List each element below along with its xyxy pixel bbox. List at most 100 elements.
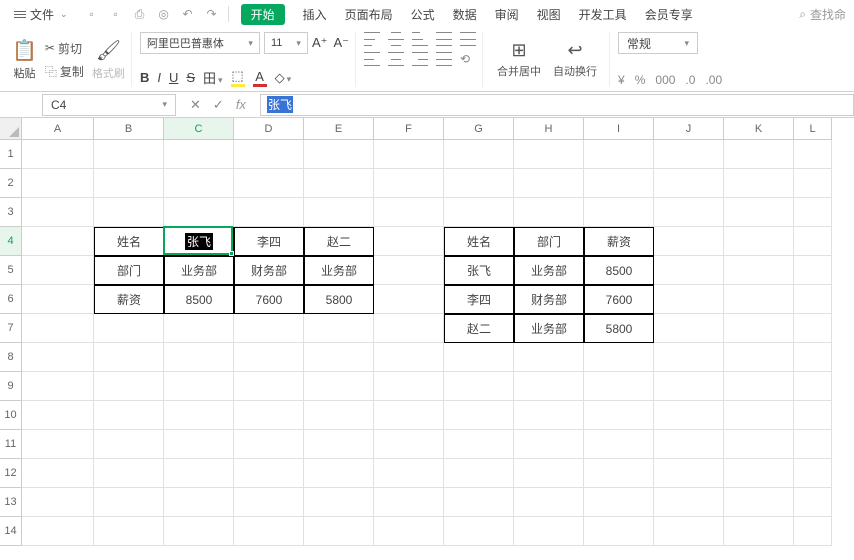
cell[interactable] — [374, 488, 444, 517]
cell[interactable] — [374, 430, 444, 459]
col-header[interactable]: D — [234, 118, 304, 140]
cell[interactable] — [94, 314, 164, 343]
font-size-select[interactable]: 11▾ — [264, 32, 308, 54]
justify-icon[interactable] — [436, 52, 452, 66]
cell[interactable]: 财务部 — [234, 256, 304, 285]
cell[interactable] — [94, 517, 164, 546]
cell[interactable]: 李四 — [234, 227, 304, 256]
cell[interactable]: 赵二 — [444, 314, 514, 343]
col-header[interactable]: H — [514, 118, 584, 140]
cell[interactable] — [584, 198, 654, 227]
name-box[interactable]: C4▾ — [42, 94, 176, 116]
inc-dec-icon[interactable]: .0 — [685, 73, 695, 87]
col-header[interactable]: F — [374, 118, 444, 140]
strike-button[interactable]: S — [186, 70, 195, 85]
indent-inc-icon[interactable] — [460, 32, 476, 46]
font-color-button[interactable]: A — [253, 69, 267, 87]
cell[interactable] — [374, 343, 444, 372]
cell[interactable] — [444, 140, 514, 169]
cell[interactable] — [164, 314, 234, 343]
cell[interactable]: 张飞 — [444, 256, 514, 285]
cell[interactable] — [584, 343, 654, 372]
cell[interactable] — [304, 314, 374, 343]
decrease-font-icon[interactable]: A⁻ — [333, 35, 349, 51]
copy-button[interactable]: ⿻复制 — [43, 61, 86, 82]
cell[interactable] — [654, 256, 724, 285]
cell[interactable] — [654, 372, 724, 401]
cell[interactable] — [94, 372, 164, 401]
cell[interactable]: 李四 — [444, 285, 514, 314]
cell[interactable] — [444, 169, 514, 198]
cell[interactable] — [374, 256, 444, 285]
row-header[interactable]: 1 — [0, 140, 22, 169]
cell[interactable] — [654, 488, 724, 517]
cell[interactable] — [164, 488, 234, 517]
cell[interactable] — [584, 517, 654, 546]
indent-dec-icon[interactable] — [436, 32, 452, 46]
cell[interactable] — [654, 140, 724, 169]
row-header[interactable]: 8 — [0, 343, 22, 372]
cell[interactable] — [94, 343, 164, 372]
cell[interactable] — [654, 227, 724, 256]
cell[interactable]: 财务部 — [514, 285, 584, 314]
cell[interactable] — [724, 401, 794, 430]
tab-6[interactable]: 视图 — [537, 4, 561, 25]
fill-color-button[interactable]: ⬚ — [231, 68, 245, 87]
cell[interactable] — [794, 430, 832, 459]
cell[interactable] — [234, 372, 304, 401]
preview-icon[interactable]: ◎ — [156, 7, 172, 22]
percent-icon[interactable]: % — [635, 73, 646, 87]
cell[interactable] — [584, 459, 654, 488]
tab-4[interactable]: 数据 — [453, 4, 477, 25]
cell[interactable] — [444, 343, 514, 372]
bold-button[interactable]: B — [140, 70, 149, 85]
cell[interactable] — [234, 488, 304, 517]
cell[interactable] — [724, 459, 794, 488]
cell[interactable] — [794, 285, 832, 314]
cell[interactable] — [234, 430, 304, 459]
cell[interactable] — [584, 430, 654, 459]
cell[interactable] — [444, 488, 514, 517]
cell[interactable] — [374, 459, 444, 488]
cell[interactable] — [94, 401, 164, 430]
cell[interactable] — [234, 401, 304, 430]
cell[interactable] — [22, 169, 94, 198]
col-header[interactable]: L — [794, 118, 832, 140]
cell[interactable] — [794, 343, 832, 372]
cell[interactable] — [794, 314, 832, 343]
cell[interactable]: 薪资 — [584, 227, 654, 256]
cell[interactable]: 姓名 — [94, 227, 164, 256]
cell[interactable] — [164, 198, 234, 227]
cell[interactable] — [514, 372, 584, 401]
cell[interactable] — [22, 372, 94, 401]
cell[interactable] — [584, 140, 654, 169]
cell[interactable] — [794, 140, 832, 169]
cell[interactable] — [164, 343, 234, 372]
tab-7[interactable]: 开发工具 — [579, 4, 627, 25]
cell[interactable] — [234, 198, 304, 227]
tab-8[interactable]: 会员专享 — [645, 4, 693, 25]
print-icon[interactable]: ⎙ — [132, 7, 148, 22]
number-format-select[interactable]: 常规▾ — [618, 32, 698, 54]
cell[interactable] — [164, 169, 234, 198]
row-header[interactable]: 3 — [0, 198, 22, 227]
cell[interactable] — [94, 169, 164, 198]
cell[interactable]: 业务部 — [164, 256, 234, 285]
cell[interactable] — [654, 430, 724, 459]
cell[interactable]: 张飞 — [164, 227, 234, 256]
cell[interactable] — [724, 285, 794, 314]
cell[interactable] — [304, 459, 374, 488]
cell[interactable] — [304, 488, 374, 517]
row-header[interactable]: 9 — [0, 372, 22, 401]
cell[interactable] — [304, 198, 374, 227]
cell[interactable] — [374, 401, 444, 430]
cell[interactable] — [724, 517, 794, 546]
col-header[interactable]: C — [164, 118, 234, 140]
save-as-icon[interactable]: ▫ — [108, 7, 124, 22]
cell[interactable] — [22, 198, 94, 227]
row-header[interactable]: 10 — [0, 401, 22, 430]
cell[interactable] — [654, 401, 724, 430]
cell[interactable] — [304, 169, 374, 198]
align-top-icon[interactable] — [364, 32, 380, 46]
currency-icon[interactable]: ¥ — [618, 73, 625, 87]
